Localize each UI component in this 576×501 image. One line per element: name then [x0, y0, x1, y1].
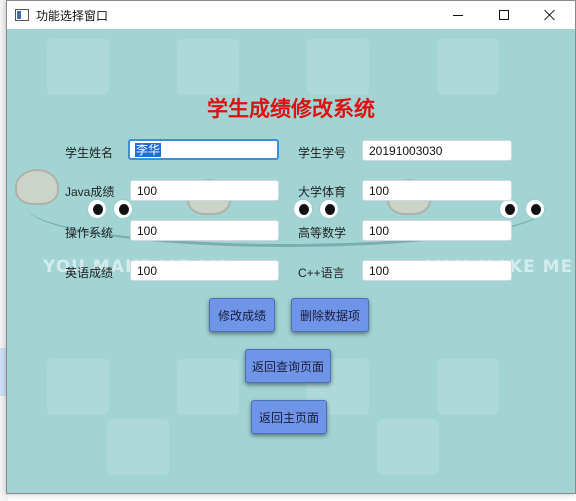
student-name-value: 李华 — [135, 143, 162, 157]
eye-illustration-icon — [113, 199, 133, 219]
maximize-icon — [499, 10, 509, 20]
eye-illustration-icon — [293, 199, 313, 219]
hand-illustration-icon — [15, 169, 59, 205]
student-name-input[interactable]: 李华 — [128, 139, 279, 160]
eye-illustration-icon — [499, 199, 519, 219]
student-id-label: 学生学号 — [298, 146, 347, 160]
english-score-input[interactable]: 100 — [130, 260, 279, 281]
student-name-label: 学生姓名 — [65, 146, 114, 160]
cpp-score-label: C++语言 — [298, 266, 345, 280]
math-score-label: 高等数学 — [298, 226, 347, 240]
math-score-input[interactable]: 100 — [362, 220, 512, 241]
student-id-input[interactable]: 20191003030 — [362, 140, 512, 161]
cpp-score-input[interactable]: 100 — [362, 260, 512, 281]
app-window-icon — [15, 9, 29, 21]
pe-score-input[interactable]: 100 — [362, 180, 512, 201]
os-score-label: 操作系统 — [65, 226, 114, 240]
back-to-main-button[interactable]: 返回主页面 — [251, 400, 327, 434]
delete-record-button[interactable]: 删除数据项 — [291, 298, 369, 332]
minimize-button[interactable] — [435, 1, 481, 29]
back-to-query-button[interactable]: 返回查询页面 — [245, 349, 331, 383]
os-score-input[interactable]: 100 — [130, 220, 279, 241]
pe-score-label: 大学体育 — [298, 185, 347, 199]
modify-score-button[interactable]: 修改成绩 — [209, 298, 275, 332]
java-score-label: Java成绩 — [65, 185, 115, 199]
eye-illustration-icon — [87, 199, 107, 219]
eye-illustration-icon — [319, 199, 339, 219]
maximize-button[interactable] — [481, 1, 527, 29]
title-bar[interactable]: 功能选择窗口 — [7, 1, 575, 29]
minimize-icon — [453, 14, 463, 16]
english-score-label: 英语成绩 — [65, 266, 114, 280]
function-select-window: 功能选择窗口 YOU MAKE ME 学生成绩修改系统 学生姓名 李华 学生学号… — [6, 0, 576, 494]
close-icon — [544, 9, 556, 21]
java-score-input[interactable]: 100 — [130, 180, 279, 201]
eye-illustration-icon — [525, 199, 545, 219]
close-button[interactable] — [527, 1, 573, 29]
page-title: 学生成绩修改系统 — [207, 97, 375, 121]
window-title: 功能选择窗口 — [36, 9, 109, 23]
client-area: YOU MAKE ME SM YOU MAKE ME SM 学生成绩修改系统 学… — [7, 29, 575, 493]
